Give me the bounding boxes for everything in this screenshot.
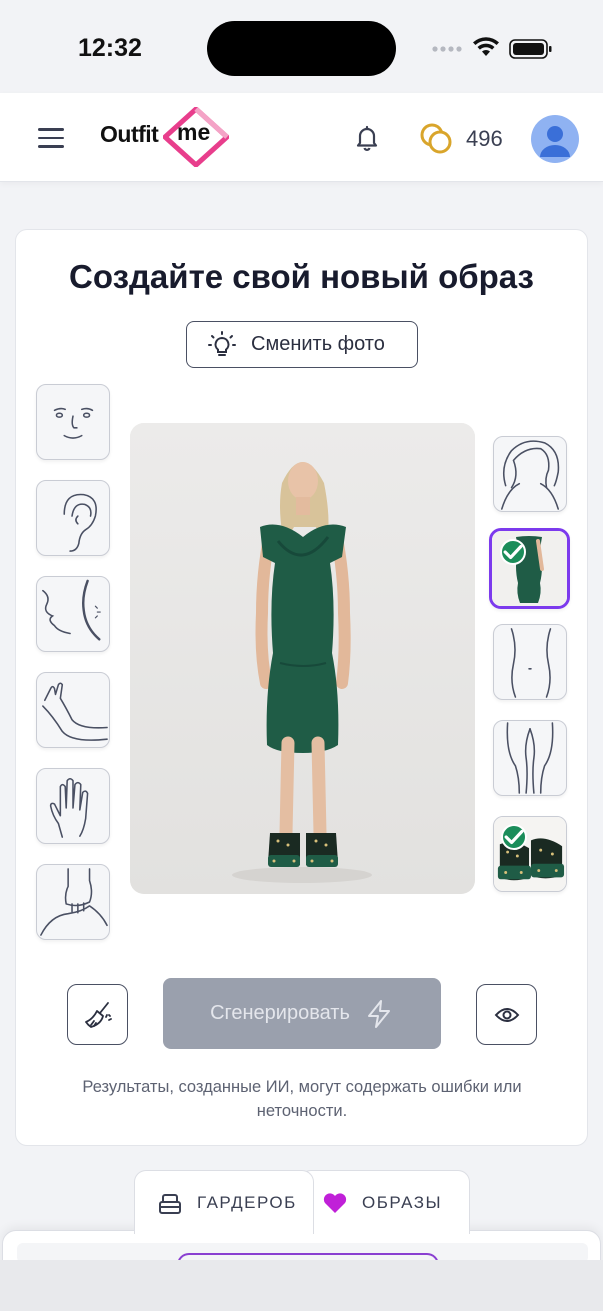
face-icon (53, 407, 94, 439)
wifi-icon (473, 37, 499, 56)
head-icon (501, 440, 560, 510)
tile-head[interactable] (493, 436, 567, 512)
tile-ear[interactable] (36, 480, 110, 556)
model-in-dress-illustration (130, 423, 475, 894)
hand-icon (49, 777, 89, 838)
legs-icon (506, 722, 554, 794)
neck-icon (42, 579, 101, 641)
tile-face[interactable] (36, 384, 110, 460)
selected-check-icon (501, 824, 527, 850)
signal-icon (432, 46, 462, 52)
wardrobe-icon (159, 1193, 181, 1214)
status-icons (432, 37, 552, 59)
tile-wrist[interactable] (36, 864, 110, 940)
app-header: Outfit me 496 (0, 93, 603, 182)
status-time: 12:32 (78, 34, 142, 62)
coin-balance: 496 (466, 126, 503, 151)
tile-legs[interactable] (493, 720, 567, 796)
tile-dress[interactable] (489, 528, 570, 609)
outfit-me-logo[interactable]: Outfit me (100, 107, 240, 167)
lightning-icon (367, 999, 390, 1028)
dynamic-island (207, 21, 396, 76)
arm-icon (42, 682, 108, 741)
tile-waist[interactable] (493, 624, 567, 700)
tab-outfits[interactable]: ОБРАЗЫ (299, 1170, 470, 1234)
tab-wardrobe[interactable]: ГАРДЕРОБ (134, 1170, 314, 1234)
tile-hand[interactable] (36, 768, 110, 844)
change-photo-button[interactable]: Сменить фото (186, 321, 418, 368)
generate-button[interactable]: Сгенерировать (163, 978, 441, 1049)
status-bar: 12:32 (0, 0, 603, 93)
preview-button[interactable] (476, 984, 537, 1045)
ear-icon (63, 493, 97, 552)
hamburger-menu-icon[interactable] (38, 128, 64, 148)
user-avatar[interactable] (531, 115, 579, 163)
create-outfit-card: Создайте свой новый образ Сменить фото С… (15, 229, 588, 1146)
bottom-area (0, 1260, 603, 1311)
heart-icon (323, 1192, 347, 1213)
logo-text-me: me (177, 119, 211, 145)
tile-shoes[interactable] (493, 816, 567, 892)
waist-icon (510, 628, 552, 698)
generate-label: Сгенерировать (210, 1002, 350, 1024)
tile-arm[interactable] (36, 672, 110, 748)
battery-icon (509, 39, 552, 59)
coins-icon (420, 123, 452, 154)
tab-wardrobe-label: ГАРДЕРОБ (197, 1192, 297, 1212)
page-title: Создайте свой новый образ (69, 258, 534, 295)
tab-outfits-label: ОБРАЗЫ (362, 1192, 443, 1212)
logo-text-outfit: Outfit (100, 121, 159, 147)
lightbulb-icon (208, 330, 236, 356)
selected-check-icon (500, 539, 526, 565)
eye-icon (494, 1007, 519, 1022)
clear-button[interactable] (67, 984, 128, 1045)
notification-bell-icon[interactable] (352, 123, 382, 153)
broom-icon (84, 1001, 112, 1028)
wrist-icon (40, 868, 108, 936)
model-preview-image[interactable] (130, 423, 475, 894)
change-photo-label: Сменить фото (251, 333, 385, 355)
ai-disclaimer: Результаты, созданные ИИ, могут содержат… (82, 1078, 522, 1120)
tile-neck[interactable] (36, 576, 110, 652)
user-silhouette-icon (540, 126, 570, 157)
